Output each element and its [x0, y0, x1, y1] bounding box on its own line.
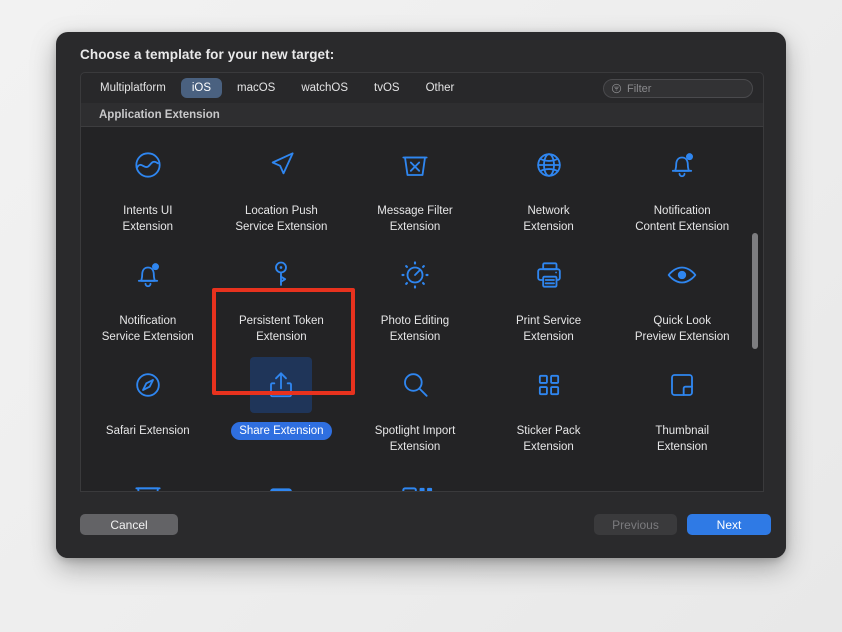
compass-icon	[117, 357, 179, 413]
location-push-icon	[250, 137, 312, 193]
network-globe-icon	[518, 137, 580, 193]
template-label: Quick Look Preview Extension	[634, 315, 730, 343]
template-cell-print-service-extension[interactable]: Print Service Extension	[482, 237, 616, 347]
template-cell-persistent-token-extension[interactable]: Persistent Token Extension	[215, 237, 349, 347]
template-cell-spotlight-import-extension[interactable]: Spotlight Import Extension	[348, 347, 482, 457]
template-cell-share-extension[interactable]: Share Extension	[215, 347, 349, 457]
tab-macos[interactable]: macOS	[226, 78, 286, 98]
template-cell-notification-content-extension[interactable]: Notification Content Extension	[615, 127, 749, 237]
cancel-button[interactable]: Cancel	[80, 514, 178, 535]
template-cell-sticker-pack-extension[interactable]: Sticker Pack Extension	[482, 347, 616, 457]
tab-watchos[interactable]: watchOS	[290, 78, 359, 98]
dialog-title: Choose a template for your new target:	[80, 47, 335, 62]
grid-squares-icon	[518, 357, 580, 413]
template-cell-keyboard-icon[interactable]	[215, 457, 349, 491]
printer-icon	[518, 247, 580, 303]
keyboard-icon	[250, 467, 312, 491]
template-label: Intents UI Extension	[122, 205, 174, 233]
filter-input[interactable]: Filter	[603, 79, 753, 98]
template-grid-area: Intents UI Extension Location Push Service …	[80, 127, 764, 492]
square-dots-icon	[384, 467, 446, 491]
key-icon	[250, 247, 312, 303]
template-label: Sticker Pack Extension	[516, 425, 581, 453]
dialog-footer: Cancel Previous Next	[56, 492, 786, 558]
thumbnail-corner-icon	[651, 357, 713, 413]
template-label: Spotlight Import Extension	[374, 425, 456, 453]
intents-ui-icon	[117, 137, 179, 193]
section-header-label: Application Extension	[99, 108, 220, 121]
template-label: Photo Editing Extension	[380, 315, 450, 343]
template-grid: Intents UI Extension Location Push Service …	[81, 127, 749, 491]
tab-multiplatform[interactable]: Multiplatform	[89, 78, 177, 98]
template-label: Message Filter Extension	[377, 205, 453, 233]
template-cell-network-extension[interactable]: Network Extension	[482, 127, 616, 237]
template-cell-square-dots-icon[interactable]	[348, 457, 482, 491]
template-label: Notification Content Extension	[635, 205, 730, 233]
empty-icon	[518, 467, 580, 491]
template-label: Notification Service Extension	[101, 315, 194, 343]
new-target-template-dialog: Choose a template for your new target: M…	[56, 32, 786, 558]
share-upload-icon	[250, 357, 313, 413]
template-cell-quick-look-preview-extension[interactable]: Quick Look Preview Extension	[615, 237, 749, 347]
template-label: Print Service Extension	[516, 315, 582, 343]
next-button[interactable]: Next	[687, 514, 771, 535]
template-cell-intents-ui-extension[interactable]: Intents UI Extension	[81, 127, 215, 237]
message-filter-icon	[384, 137, 446, 193]
template-label: Share Extension	[231, 422, 332, 440]
template-cell-location-push-service-extension[interactable]: Location Push Service Extension	[215, 127, 349, 237]
template-label: Network Extension	[523, 205, 574, 233]
notification-bell-icon	[651, 137, 713, 193]
filter-placeholder: Filter	[627, 82, 652, 95]
eye-icon	[651, 247, 713, 303]
filter-icon	[611, 83, 622, 94]
platform-tab-bar: Multiplatform iOS macOS watchOS tvOS Other Fi…	[80, 72, 764, 103]
template-cell-photo-editing-extension[interactable]: Photo Editing Extension	[348, 237, 482, 347]
brightness-dial-icon	[384, 247, 446, 303]
scrollbar-thumb[interactable]	[752, 233, 758, 349]
template-cell-empty	[615, 457, 749, 491]
vertical-scrollbar[interactable]	[750, 129, 760, 490]
template-label: Location Push Service Extension	[235, 205, 328, 233]
section-header: Application Extension	[80, 103, 764, 127]
template-cell-message-filter-extension[interactable]: Message Filter Extension	[348, 127, 482, 237]
template-label: Persistent Token Extension	[238, 315, 324, 343]
tab-tvos[interactable]: tvOS	[363, 78, 411, 98]
notification-bell-icon	[117, 247, 179, 303]
template-cell-safari-extension[interactable]: Safari Extension	[81, 347, 215, 457]
template-label: Thumbnail Extension	[655, 425, 710, 453]
template-label: Safari Extension	[105, 425, 190, 437]
magnifier-icon	[384, 357, 446, 413]
empty-icon	[651, 467, 713, 491]
tab-other[interactable]: Other	[415, 78, 466, 98]
inbox-tray-icon	[117, 467, 179, 491]
template-cell-notification-service-extension[interactable]: Notification Service Extension	[81, 237, 215, 347]
template-cell-inbox-tray-icon[interactable]	[81, 457, 215, 491]
tab-ios[interactable]: iOS	[180, 78, 222, 98]
template-cell-empty	[482, 457, 616, 491]
template-cell-thumbnail-extension[interactable]: Thumbnail Extension	[615, 347, 749, 457]
previous-button[interactable]: Previous	[594, 514, 677, 535]
